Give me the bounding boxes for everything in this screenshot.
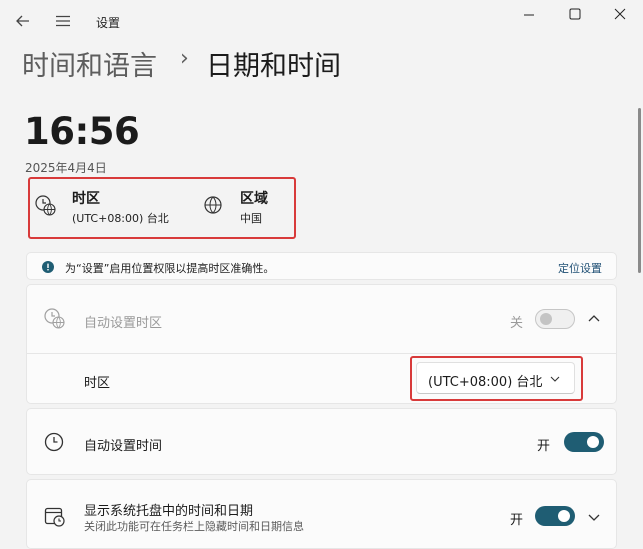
auto-time-state: 开 [537, 439, 551, 454]
clock-icon [44, 432, 64, 452]
breadcrumb-parent-link[interactable]: 时间和语言 [22, 44, 157, 83]
tray-clock-card: 显示系统托盘中的时间和日期 关闭此功能可在任务栏上隐藏时间和日期信息 开 [26, 479, 617, 549]
page-title: 日期和时间 [206, 51, 341, 82]
region-tile-title: 区域 [240, 191, 268, 207]
breadcrumb-separator-icon: › [180, 46, 189, 71]
close-icon [614, 8, 626, 20]
location-banner: 为“设置”启用位置权限以提高时区准确性。 定位设置 [26, 252, 617, 280]
location-settings-link[interactable]: 定位设置 [558, 260, 602, 276]
back-button[interactable] [14, 12, 32, 30]
menu-button[interactable] [55, 13, 71, 29]
timezone-dropdown[interactable]: (UTC+08:00) 台北 [416, 362, 575, 394]
tray-clock-toggle[interactable] [535, 506, 575, 526]
auto-time-toggle[interactable] [564, 432, 604, 452]
scrollbar-thumb[interactable] [638, 108, 641, 273]
auto-timezone-label: 自动设置时区 [84, 316, 163, 331]
auto-timezone-toggle[interactable] [535, 309, 575, 329]
window-title: 设置 [96, 16, 121, 30]
timezone-dropdown-value: (UTC+08:00) 台北 [428, 375, 543, 390]
clock-globe-icon [35, 195, 56, 216]
region-tile-value: 中国 [240, 212, 262, 225]
auto-timezone-row[interactable]: 自动设置时区 关 [27, 285, 616, 353]
timezone-tile-title: 时区 [72, 191, 100, 207]
tray-clock-state: 开 [510, 513, 524, 528]
card-divider [27, 353, 616, 354]
minimize-icon [524, 14, 534, 16]
timezone-tile: 时区 (UTC+08:00) 台北 [34, 186, 184, 230]
minimize-button[interactable] [519, 6, 539, 24]
tray-clock-label: 显示系统托盘中的时间和日期 [84, 504, 254, 519]
timezone-label: 时区 [84, 376, 111, 391]
tray-clock-description: 关闭此功能可在任务栏上隐藏时间和日期信息 [84, 520, 304, 533]
toggle-knob [540, 313, 552, 325]
auto-time-card: 自动设置时间 开 [26, 408, 617, 475]
clock-globe-icon [44, 308, 65, 329]
maximize-button[interactable] [565, 5, 585, 23]
toggle-knob [587, 436, 599, 448]
info-icon [42, 261, 54, 273]
region-tile: 区域 中国 [203, 186, 293, 230]
chevron-up-icon[interactable] [588, 314, 600, 324]
auto-timezone-state: 关 [510, 316, 524, 331]
current-date: 2025年4月4日 [25, 161, 107, 175]
toggle-knob [558, 510, 570, 522]
globe-icon [204, 196, 222, 214]
current-time: 16:56 [24, 110, 140, 153]
timezone-tile-value: (UTC+08:00) 台北 [72, 212, 169, 225]
chevron-down-icon[interactable] [588, 512, 600, 522]
calendar-clock-icon [44, 507, 65, 527]
close-button[interactable] [610, 5, 630, 23]
breadcrumb: 时间和语言 › 日期和时间 [22, 44, 442, 84]
chevron-down-icon [550, 376, 560, 382]
back-arrow-icon [16, 15, 29, 27]
maximize-icon [569, 8, 581, 20]
hamburger-icon [56, 15, 70, 27]
auto-time-label: 自动设置时间 [84, 439, 163, 454]
location-banner-text: 为“设置”启用位置权限以提高时区准确性。 [65, 262, 275, 275]
